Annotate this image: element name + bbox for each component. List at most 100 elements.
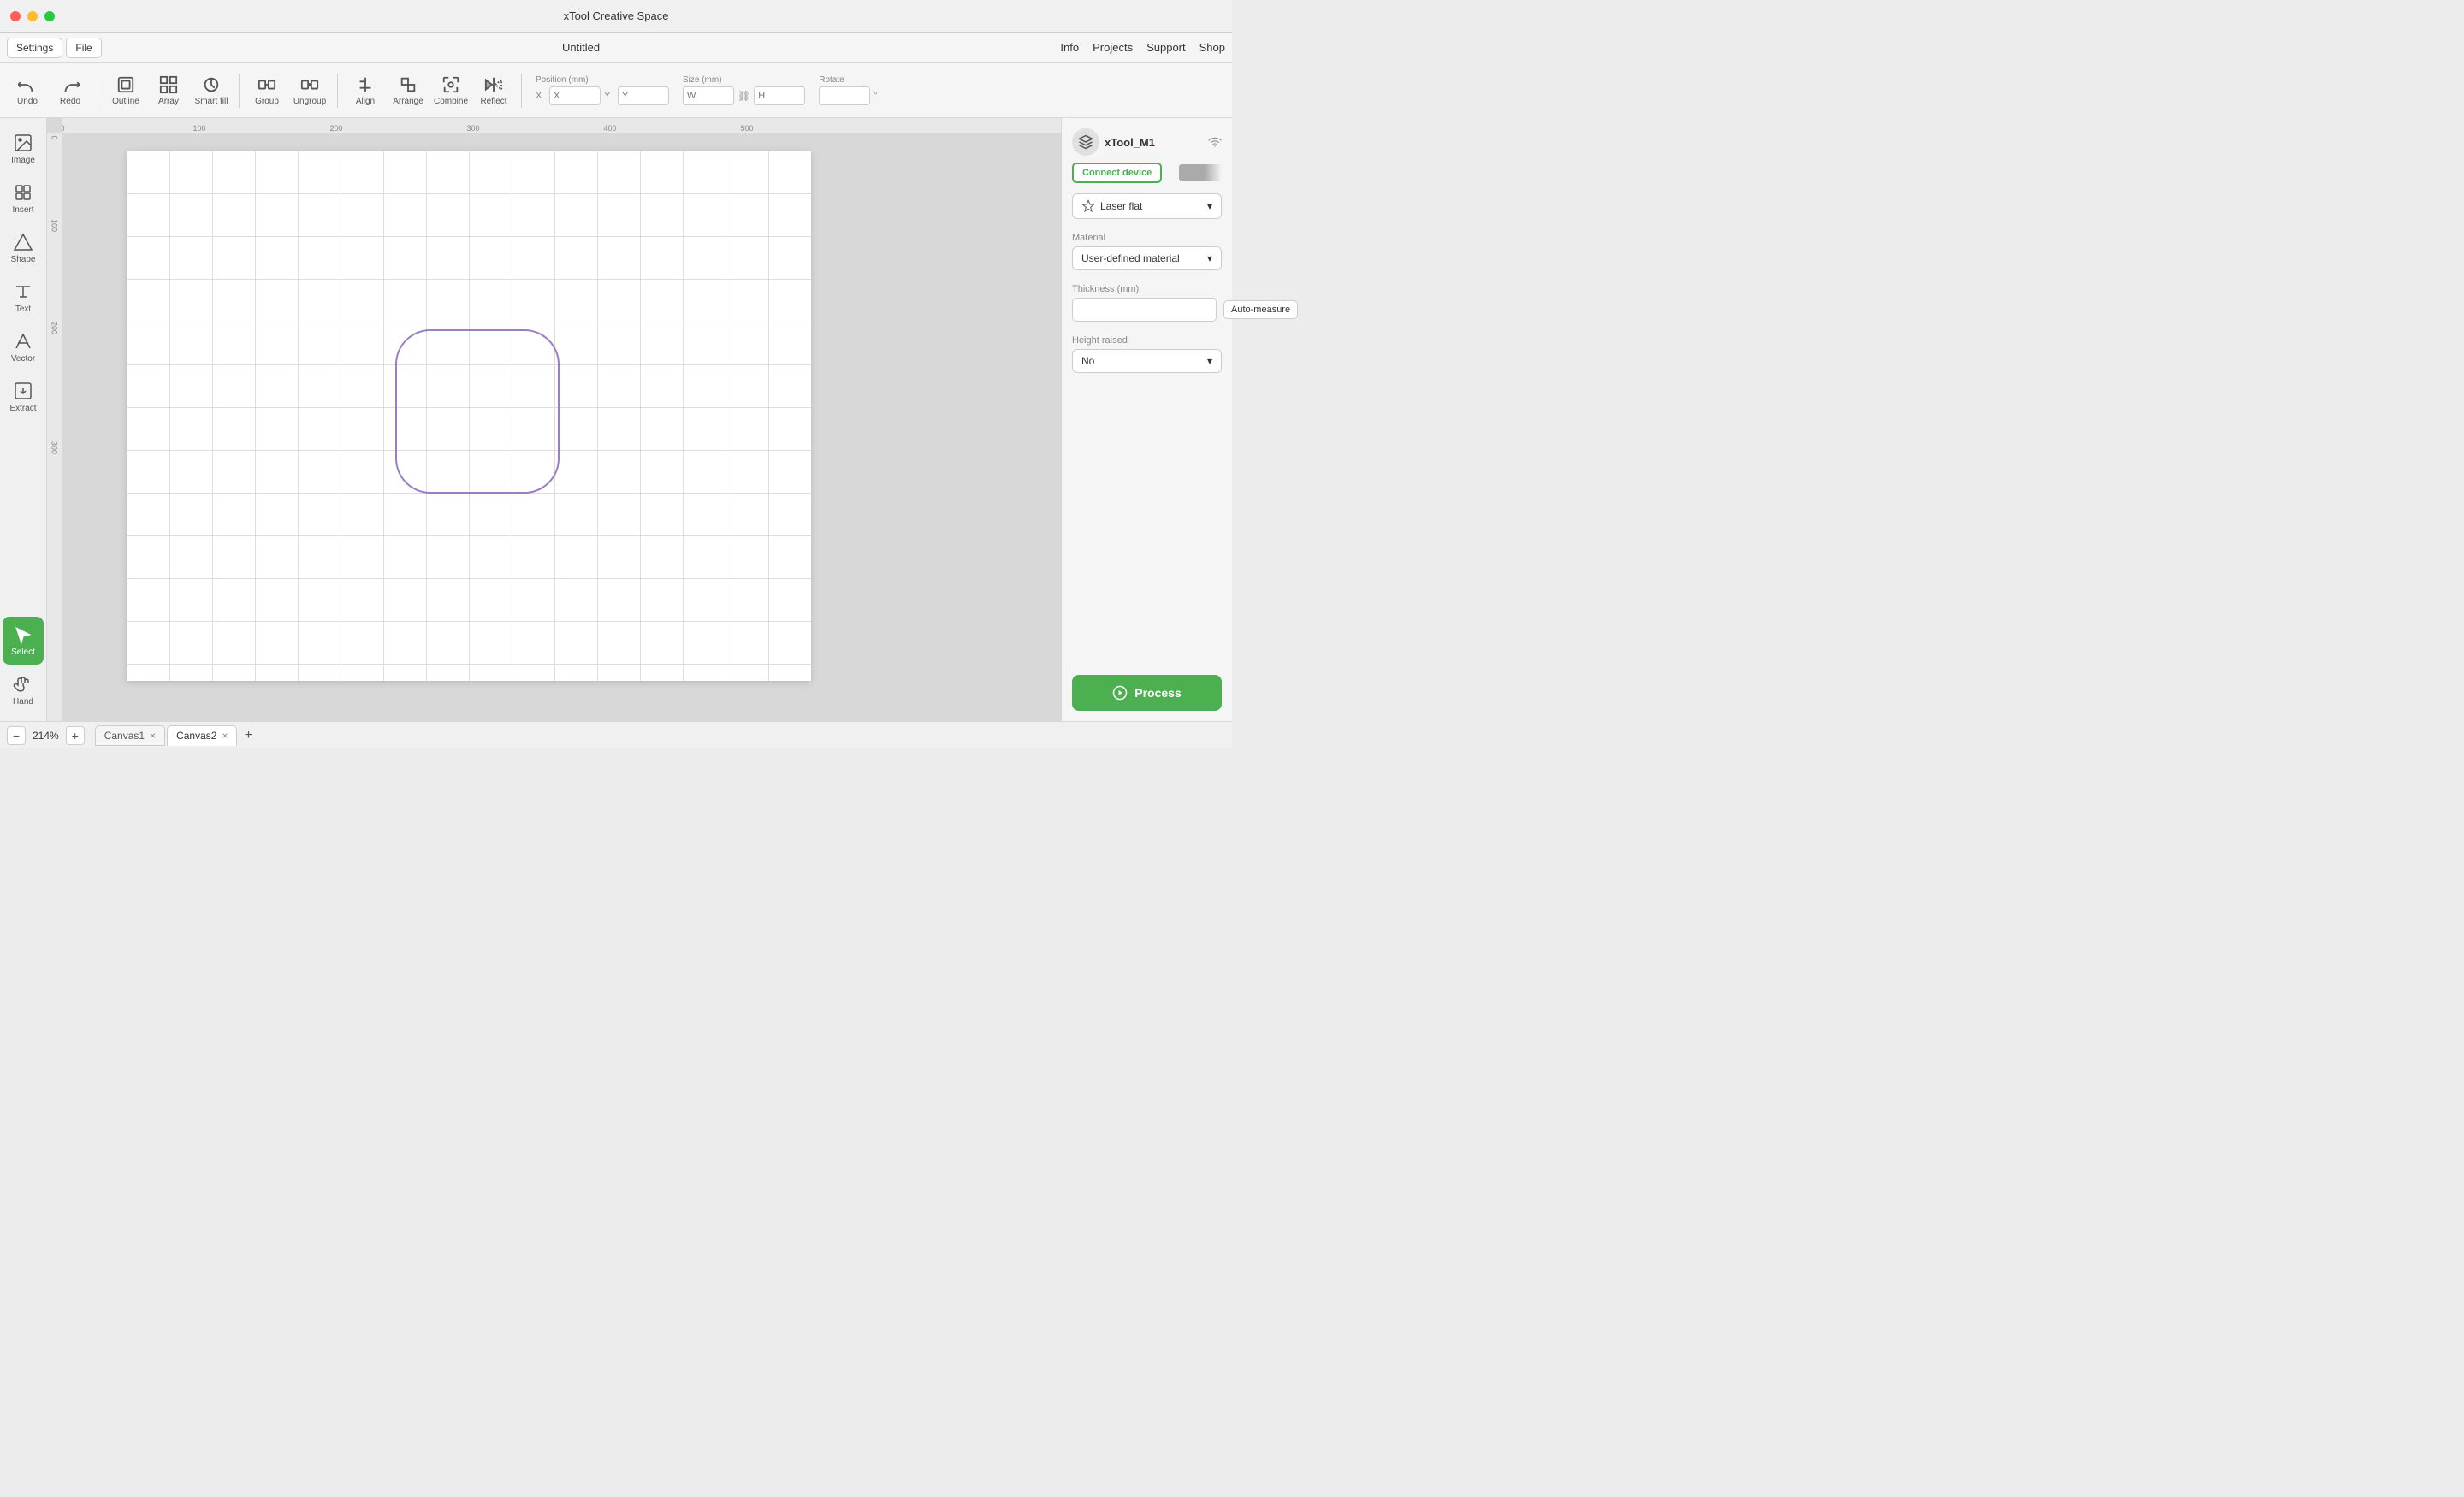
height-raised-section: Height raised No ▾ [1072,332,1222,373]
material-section: Material User-defined material ▾ [1072,229,1222,270]
maximize-button[interactable] [44,11,55,21]
align-button[interactable]: Align [345,68,386,113]
ruler-left: 0 100 200 300 [47,133,62,721]
file-menu[interactable]: File [66,38,101,58]
sidebar-tool-insert[interactable]: Insert [3,175,44,222]
sidebar-tool-image[interactable]: Image [3,125,44,173]
nav-info[interactable]: Info [1060,41,1079,54]
shape-label: Shape [11,255,36,264]
close-button[interactable] [10,11,21,21]
arrange-button[interactable]: Arrange [388,68,429,113]
laser-type-section: Laser flat ▾ [1072,193,1222,219]
menubar-left: Settings File [7,38,102,58]
menubar: Settings File Untitled Info Projects Sup… [0,33,1232,63]
outline-button[interactable]: Outline [105,68,146,113]
thickness-input[interactable] [1072,298,1217,322]
sidebar-tool-extract[interactable]: Extract [3,373,44,421]
canvas2-label: Canvas2 [176,730,216,742]
zoom-out-button[interactable]: − [7,726,26,745]
nav-projects[interactable]: Projects [1093,41,1133,54]
align-arrange-tools: Align Arrange Combine Reflect [345,68,514,113]
add-tab-button[interactable]: + [239,726,258,745]
height-raised-dropdown[interactable]: No ▾ [1072,349,1222,373]
array-button[interactable]: Array [148,68,189,113]
h-input[interactable] [754,86,805,105]
rotate-input[interactable] [819,86,870,105]
ruler-mark-300: 300 [466,124,479,133]
ruler-mark-100: 100 [192,124,205,133]
height-raised-label: Height raised [1072,335,1222,346]
redo-button[interactable]: Redo [50,68,91,113]
reflect-label: Reflect [480,97,506,106]
app-title: xTool Creative Space [564,9,669,22]
reflect-button[interactable]: Reflect [473,68,514,113]
material-dropdown[interactable]: User-defined material ▾ [1072,246,1222,270]
settings-menu[interactable]: Settings [7,38,62,58]
ruler-mark-500: 500 [740,124,753,133]
x-label: X [536,91,546,101]
group-label: Group [255,97,279,106]
device-section: xTool_M1 Connect device [1072,128,1222,183]
main-layout: Image Insert Shape Text [0,118,1232,721]
process-button[interactable]: Process [1072,675,1222,711]
nav-shop[interactable]: Shop [1199,41,1225,54]
image-label: Image [11,156,35,165]
link-icon: ⛓ [737,90,750,102]
x-input[interactable] [549,86,601,105]
sidebar-tool-select[interactable]: Select [3,617,44,665]
y-input[interactable] [618,86,669,105]
ruler-v-200: 200 [50,322,59,334]
ruler-v-300: 300 [50,441,59,454]
tab-canvas1[interactable]: Canvas1 × [95,725,165,746]
laser-icon [1081,199,1095,213]
rounded-rect-svg [392,326,563,497]
outline-label: Outline [112,97,139,106]
play-icon [1112,685,1128,701]
history-tools: Undo Redo [7,68,91,113]
process-label: Process [1134,686,1181,700]
smart-fill-button[interactable]: Smart fill [191,68,232,113]
ruler-mark-400: 400 [603,124,616,133]
device-thumbnail [1179,164,1222,181]
undo-button[interactable]: Undo [7,68,48,113]
array-label: Array [158,97,179,106]
sidebar-tool-vector[interactable]: Vector [3,323,44,371]
laser-dropdown-chevron: ▾ [1207,200,1212,212]
zoom-in-button[interactable]: + [66,726,85,745]
minimize-button[interactable] [27,11,38,21]
height-raised-value: No [1081,355,1094,367]
select-label: Select [11,648,35,657]
auto-measure-button[interactable]: Auto-measure [1223,300,1298,319]
toolbar: Undo Redo Outline Array [0,63,1232,118]
laser-type-dropdown[interactable]: Laser flat ▾ [1072,193,1222,219]
canvas-shape[interactable] [392,326,563,497]
arrange-label: Arrange [393,97,424,106]
nav-support[interactable]: Support [1146,41,1186,54]
connect-device-button[interactable]: Connect device [1072,163,1162,183]
sidebar-tool-hand[interactable]: Hand [3,666,44,714]
degree-symbol: ° [874,91,877,101]
canvas1-label: Canvas1 [104,730,145,742]
material-value: User-defined material [1081,252,1180,264]
w-input[interactable] [683,86,734,105]
canvas2-close[interactable]: × [222,730,228,742]
sidebar-tool-text[interactable]: Text [3,274,44,322]
group-button[interactable]: Group [246,68,287,113]
ungroup-label: Ungroup [293,97,326,106]
undo-label: Undo [17,97,38,106]
text-label: Text [15,305,31,314]
menubar-center: Untitled [102,41,1061,54]
tab-canvas2[interactable]: Canvas2 × [167,725,237,746]
ruler-mark-0: 0 [62,124,65,133]
extract-label: Extract [9,404,36,413]
canvas1-close[interactable]: × [150,730,156,742]
menubar-right: Info Projects Support Shop [1060,41,1225,54]
canvas-viewport[interactable] [62,133,1061,721]
sidebar-tool-shape[interactable]: Shape [3,224,44,272]
zoom-plus-icon: + [72,729,79,743]
zoom-value: 214% [33,730,59,742]
ungroup-button[interactable]: Ungroup [289,68,330,113]
device-name: xTool_M1 [1105,136,1155,149]
combine-button[interactable]: Combine [430,68,471,113]
edit-tools: Outline Array Smart fill [105,68,232,113]
